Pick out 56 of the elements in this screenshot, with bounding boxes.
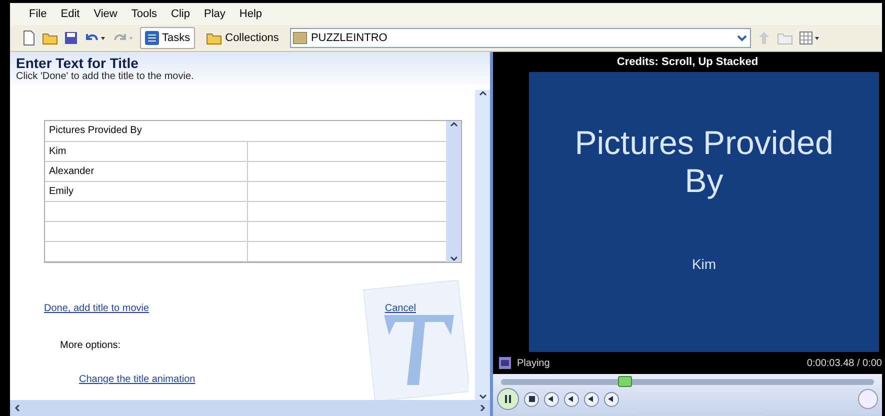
tasks-button[interactable]: Tasks [140,27,196,49]
scroll-right-icon[interactable] [478,405,486,411]
table-cell[interactable]: Alexander [45,162,248,181]
save-icon[interactable] [64,31,78,45]
scroll-down-icon[interactable] [450,256,458,262]
menu-item[interactable]: Tools [126,6,162,22]
scroll-down-icon[interactable] [478,394,486,400]
collection-dropdown[interactable]: PUZZLEINTRO [290,28,751,48]
stop-button[interactable] [524,392,539,406]
seek-thumb[interactable] [618,376,632,387]
new-file-icon[interactable] [22,30,36,46]
triangle-icon [588,396,595,402]
preview-text: Pictures Provided [574,124,834,162]
scroll-left-icon[interactable] [14,405,22,411]
menu-item[interactable]: Clip [166,6,195,22]
pane-hint: Click 'Done' to add the title to the movie. [16,71,195,82]
table-cell[interactable]: Emily [45,182,248,201]
folder-icon [206,31,222,45]
pause-icon [504,395,512,403]
more-options-label: More options: [60,340,122,351]
scrollbar[interactable] [10,400,490,416]
scrollbar[interactable] [446,121,461,262]
playback-button[interactable] [604,392,619,406]
triangle-icon [568,396,575,402]
cancel-link[interactable]: Cancel [384,303,416,314]
time-display: 0:00:03.48 / 0:00 [806,358,882,368]
title-text-grid[interactable]: Pictures Provided By Kim Alexander Emily [44,120,462,263]
menu-item[interactable]: Edit [56,6,85,22]
pause-button[interactable] [497,388,519,410]
playback-button[interactable] [544,392,559,406]
stop-icon [528,396,534,402]
scrollbar[interactable] [475,90,490,400]
list-icon [145,31,159,45]
animation-link[interactable]: Change the title animation [79,374,196,385]
screen-icon [499,357,511,369]
clip-title: Credits: Scroll, Up Stacked [616,55,760,70]
menu-item[interactable]: View [88,6,122,22]
menu-item[interactable]: Help [234,6,268,22]
preview-text: Kim [692,256,716,272]
folder-icon[interactable] [42,31,58,45]
playback-button[interactable] [564,392,579,406]
table-cell[interactable]: Kim [45,142,248,161]
menu-item[interactable]: File [24,6,52,22]
preview-text: By [684,162,724,200]
playback-status: Playing [517,358,550,368]
views-icon[interactable] [798,31,821,45]
triangle-icon [608,396,615,402]
pane-title: Enter Text for Title [16,55,140,71]
triangle-icon [548,396,555,402]
done-link[interactable]: Done, add title to movie [44,303,150,314]
scroll-up-icon[interactable] [450,121,458,127]
title-line-text: Pictures Provided By [45,121,446,142]
menu-item[interactable]: Play [199,6,230,22]
scroll-up-icon[interactable] [478,90,486,96]
playback-button[interactable] [584,392,599,406]
collections-button[interactable]: Collections [201,27,284,49]
